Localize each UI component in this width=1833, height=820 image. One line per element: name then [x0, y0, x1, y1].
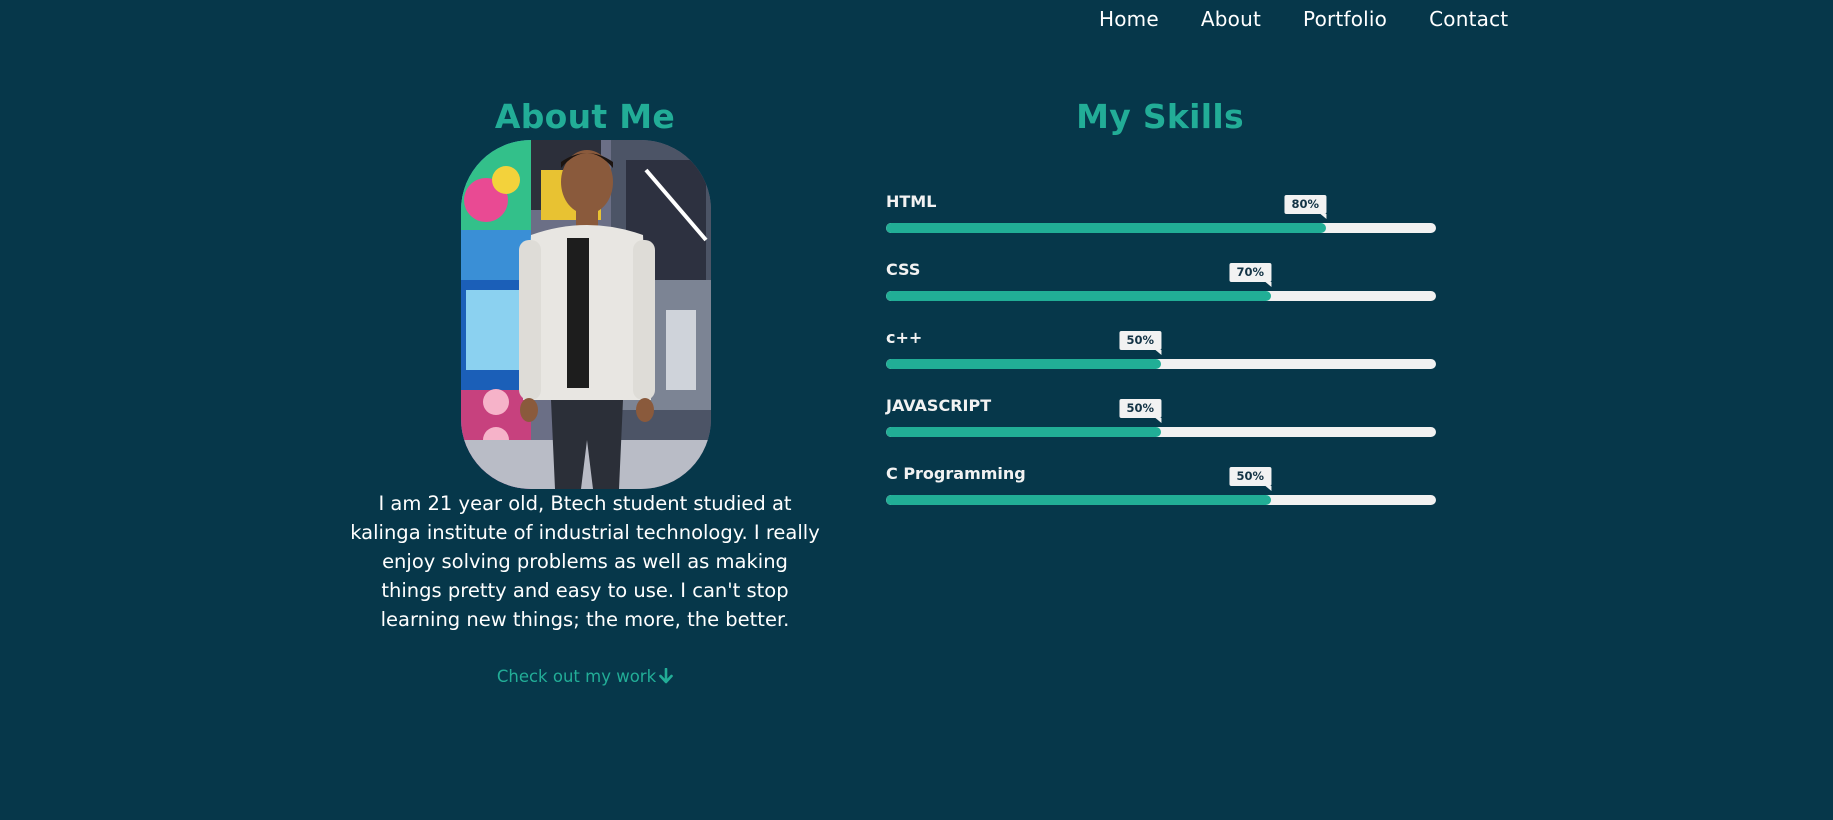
skill-percent-badge: 70%: [1229, 263, 1271, 287]
skill-progress-track: [886, 427, 1436, 437]
skill-name: JAVASCRIPT: [886, 396, 992, 415]
arrow-down-icon: [659, 667, 673, 688]
skill-progress-fill: [886, 359, 1161, 369]
skills-title: My Skills: [1076, 97, 1244, 136]
skill-item: HTML 80%: [886, 192, 1436, 260]
profile-photo: [461, 140, 711, 489]
top-nav: Home About Portfolio Contact: [1099, 6, 1508, 32]
skill-name: CSS: [886, 260, 921, 279]
nav-portfolio-link[interactable]: Portfolio: [1303, 6, 1387, 32]
skill-percent-badge: 50%: [1229, 467, 1271, 491]
skill-item: JAVASCRIPT 50%: [886, 396, 1436, 464]
about-title: About Me: [494, 97, 676, 136]
skill-progress-track: [886, 291, 1436, 301]
cta-label: Check out my work: [496, 667, 657, 686]
skill-progress-fill: [886, 223, 1326, 233]
skill-name: C Programming: [886, 464, 1026, 483]
skill-name: c++: [886, 328, 923, 347]
skill-percent-badge: 50%: [1119, 331, 1161, 355]
skill-name: HTML: [886, 192, 937, 211]
about-section: About Me I am 21 year old, Btech student…: [350, 96, 820, 686]
skill-percent-badge: 50%: [1119, 399, 1161, 423]
profile-photo-image: [461, 140, 711, 489]
nav-contact-link[interactable]: Contact: [1429, 6, 1508, 32]
skill-item: C Programming 50%: [886, 464, 1436, 532]
skill-item: c++ 50%: [886, 328, 1436, 396]
skills-list: HTML 80% CSS 70% c++ 50% JAVASCRIPT 50% C Progra…: [886, 192, 1436, 532]
skill-item: CSS 70%: [886, 260, 1436, 328]
nav-home-link[interactable]: Home: [1099, 6, 1159, 32]
skill-progress-fill: [886, 495, 1271, 505]
skill-progress-track: [886, 495, 1436, 505]
skill-progress-fill: [886, 427, 1161, 437]
skill-percent-badge: 80%: [1284, 195, 1326, 219]
skill-progress-fill: [886, 291, 1271, 301]
skill-progress-track: [886, 359, 1436, 369]
nav-about-link[interactable]: About: [1201, 6, 1261, 32]
about-description: I am 21 year old, Btech student studied …: [350, 492, 820, 631]
check-out-work-link[interactable]: Check out my work: [350, 667, 820, 688]
skill-progress-track: [886, 223, 1436, 233]
portfolio-page: Home About Portfolio Contact About Me I …: [0, 0, 1833, 820]
